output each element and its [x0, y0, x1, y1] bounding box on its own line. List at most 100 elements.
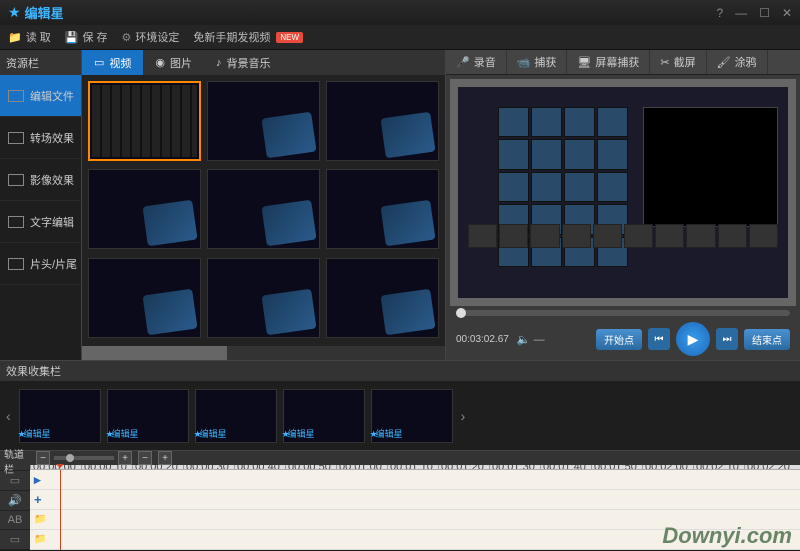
sidebar: 资源栏 编辑文件 转场效果 影像效果 文字编辑 片头/片尾	[0, 50, 82, 360]
next-button[interactable]: ⏭	[716, 328, 738, 350]
prev-button[interactable]: ⏮	[648, 328, 670, 350]
ruler-tick: 00:01:50	[591, 465, 642, 469]
media-panel: ▭视频 ◉图片 ♪背景音乐	[82, 50, 446, 360]
end-point-button[interactable]: 结束点	[744, 329, 790, 350]
brush-icon: 🖌	[717, 56, 731, 69]
ruler-tick: 00:02:20	[744, 465, 795, 469]
capture-icon: 📹	[517, 56, 531, 69]
media-thumb[interactable]	[88, 81, 201, 161]
zoom-slider[interactable]	[54, 456, 114, 460]
ptab-draw[interactable]: 🖌涂鸦	[707, 50, 768, 74]
effects-prev[interactable]: ‹	[4, 408, 13, 424]
media-thumb[interactable]	[326, 81, 439, 161]
track-overlay-icon[interactable]: ▭	[0, 530, 30, 550]
sidebar-item-transition[interactable]: 转场效果	[0, 117, 81, 159]
start-point-button[interactable]: 开始点	[596, 329, 642, 350]
ruler-tick: 00:00:40	[234, 465, 285, 469]
effects-panel: 效果收集栏 ‹ ★编辑星 ★编辑星 ★编辑星 ★编辑星 ★编辑星 ›	[0, 360, 800, 450]
app-star-icon: ★	[8, 4, 21, 21]
ptab-screenshot[interactable]: ✂截屏	[650, 50, 706, 74]
new-badge: NEW	[276, 32, 303, 43]
timeline-header: 轨道栏	[0, 451, 30, 471]
media-thumb[interactable]	[207, 258, 320, 338]
track-add-icon[interactable]: +	[34, 492, 42, 507]
preview-tabs: 🎤录音 📹捕获 🖥屏幕捕获 ✂截屏 🖌涂鸦	[446, 50, 800, 75]
media-grid	[82, 75, 445, 346]
ptab-capture[interactable]: 📹捕获	[507, 50, 568, 74]
sidebar-item-video-effect[interactable]: 影像效果	[0, 159, 81, 201]
ruler-tick: 00:02:10	[693, 465, 744, 469]
close-icon[interactable]: ✕	[782, 6, 792, 20]
sidebar-item-intro-outro[interactable]: 片头/片尾	[0, 243, 81, 285]
media-thumb[interactable]	[88, 258, 201, 338]
save-icon: 💾	[65, 31, 79, 44]
sidebar-item-text-edit[interactable]: 文字编辑	[0, 201, 81, 243]
track-text-icon[interactable]: AB	[0, 511, 30, 531]
timeline-controls: − + − +	[30, 451, 800, 465]
ptab-screen[interactable]: 🖥屏幕捕获	[567, 50, 650, 74]
tab-image[interactable]: ◉图片	[143, 50, 204, 75]
help-icon[interactable]: ?	[716, 6, 723, 20]
text-icon	[8, 216, 24, 228]
gear-icon: ⚙	[122, 31, 132, 44]
effect-thumb[interactable]: ★编辑星	[371, 389, 453, 443]
menubar: 📁读 取 💾保 存 ⚙环境设定 免新手期发视频NEW	[0, 25, 800, 50]
window-controls: ? — ☐ ✕	[716, 6, 792, 20]
zoom-in-button[interactable]: +	[118, 451, 132, 465]
app-title: 编辑星	[25, 3, 64, 22]
seek-bar[interactable]	[456, 310, 790, 316]
track-add-icon[interactable]: ▸	[34, 472, 41, 488]
effect-thumb[interactable]: ★编辑星	[283, 389, 365, 443]
folder-icon: 📁	[8, 31, 22, 44]
effect-thumb[interactable]: ★编辑星	[19, 389, 101, 443]
titlebar: ★ 编辑星 ? — ☐ ✕	[0, 0, 800, 25]
media-thumb[interactable]	[326, 258, 439, 338]
watermark: Downyi.com	[662, 523, 792, 549]
track-audio-icon[interactable]: 🔊	[0, 491, 30, 511]
volume-icon[interactable]: 🔈 —	[517, 333, 545, 346]
track-folder-icon[interactable]: 📁	[34, 534, 46, 545]
menu-settings[interactable]: ⚙环境设定	[122, 29, 180, 45]
minimize-icon[interactable]: —	[735, 6, 747, 20]
camera-icon: ◉	[155, 56, 165, 69]
zoom-minus2-button[interactable]: −	[138, 451, 152, 465]
media-thumb[interactable]	[88, 169, 201, 249]
track-video-icon[interactable]: ▭	[0, 471, 30, 491]
ruler-tick: 00:01:00	[336, 465, 387, 469]
ptab-record[interactable]: 🎤录音	[446, 50, 507, 74]
mic-icon: 🎤	[456, 56, 470, 69]
menu-save[interactable]: 💾保 存	[65, 29, 108, 45]
media-scrollbar[interactable]	[82, 346, 445, 360]
playhead[interactable]	[60, 470, 61, 550]
zoom-plus2-button[interactable]: +	[158, 451, 172, 465]
sidebar-item-edit-file[interactable]: 编辑文件	[0, 75, 81, 117]
film-icon	[8, 90, 24, 102]
ruler-tick: 00:02:00	[642, 465, 693, 469]
media-thumb[interactable]	[207, 81, 320, 161]
preview-panel: 🎤录音 📹捕获 🖥屏幕捕获 ✂截屏 🖌涂鸦	[446, 50, 800, 360]
seek-handle[interactable]	[456, 308, 466, 318]
tab-video[interactable]: ▭视频	[82, 50, 143, 75]
screen-icon: 🖥	[577, 56, 591, 69]
effects-next[interactable]: ›	[459, 408, 468, 424]
maximize-icon[interactable]: ☐	[759, 6, 770, 20]
play-button[interactable]: ▶	[676, 322, 710, 356]
ruler-tick: 00:00:10	[81, 465, 132, 469]
menu-free-video[interactable]: 免新手期发视频NEW	[193, 29, 303, 45]
effect-thumb[interactable]: ★编辑星	[195, 389, 277, 443]
zoom-out-button[interactable]: −	[36, 451, 50, 465]
media-thumb[interactable]	[207, 169, 320, 249]
tab-music[interactable]: ♪背景音乐	[204, 50, 283, 75]
effect-icon	[8, 174, 24, 186]
track-folder-icon[interactable]: 📁	[34, 514, 46, 525]
timecode: 00:03:02.67	[456, 334, 509, 345]
media-tabs: ▭视频 ◉图片 ♪背景音乐	[82, 50, 445, 75]
scissors-icon: ✂	[660, 56, 669, 69]
ruler-tick: 00:00:50	[285, 465, 336, 469]
menu-read[interactable]: 📁读 取	[8, 29, 51, 45]
effect-thumb[interactable]: ★编辑星	[107, 389, 189, 443]
ruler-tick: 00:01:10	[387, 465, 438, 469]
transition-icon	[8, 132, 24, 144]
media-thumb[interactable]	[326, 169, 439, 249]
preview-screen	[450, 79, 796, 306]
